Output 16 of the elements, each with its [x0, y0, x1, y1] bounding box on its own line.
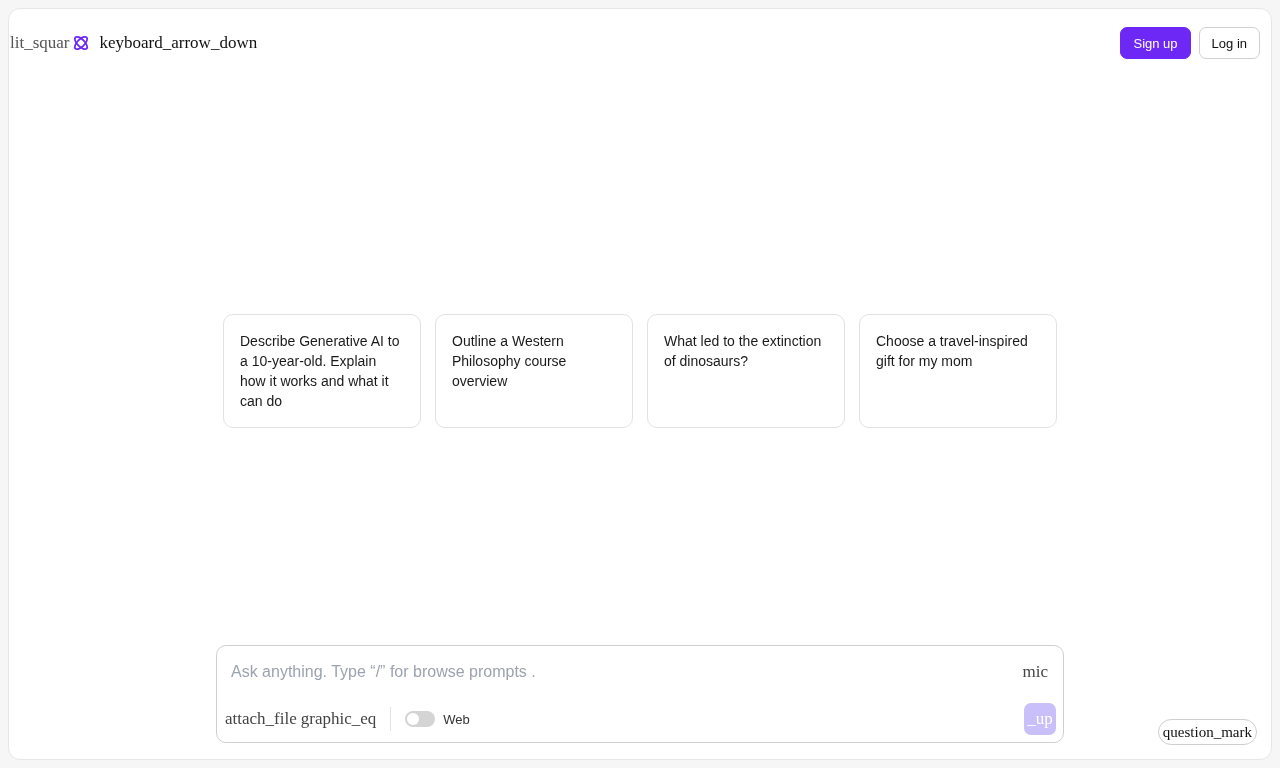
suggestion-card[interactable]: Choose a travel-inspired gift for my mom	[859, 314, 1057, 428]
login-button[interactable]: Log in	[1198, 27, 1260, 59]
loops-icon	[71, 34, 90, 52]
help-button[interactable]: question_mark	[1157, 719, 1257, 745]
suggestion-card[interactable]: Describe Generative AI to a 10-year-old. Explain how it works and what it can do	[223, 314, 421, 428]
toggle-label: Web	[443, 711, 470, 727]
suggestion-card[interactable]: Outline a Western Philosophy course overview	[435, 314, 633, 428]
web-toggle[interactable]	[405, 711, 436, 727]
prompt-input[interactable]: Ask anything. Type “/” for browse prompts .	[231, 660, 1011, 684]
signup-button[interactable]: Sign up	[1120, 27, 1191, 59]
attach-button[interactable]: attach_file	[225, 709, 297, 729]
suggestion-card[interactable]: What led to the extinction of dinosaurs?	[647, 314, 845, 428]
voice-button[interactable]: graphic_eq	[300, 709, 377, 729]
dropdown-button[interactable]: keyboard_arrow_down	[99, 33, 258, 53]
sidebar-button[interactable]: lit_squar	[10, 33, 70, 53]
mic-button[interactable]: mic	[1022, 662, 1048, 682]
